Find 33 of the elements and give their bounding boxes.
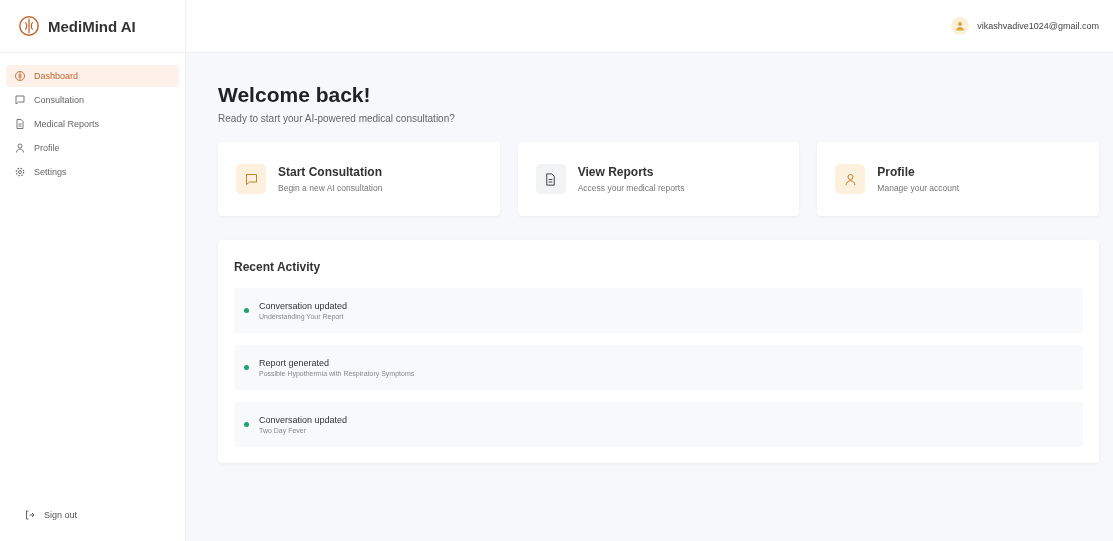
user-email: vikashvadive1024@gmail.com [977, 21, 1099, 31]
sign-out-link[interactable]: Sign out [0, 509, 185, 541]
card-title: Profile [877, 165, 916, 179]
chat-icon [243, 171, 259, 187]
brain-icon [14, 70, 26, 82]
avatar-icon [951, 17, 970, 35]
sidebar-item[interactable]: Dashboard [6, 65, 179, 87]
document-icon [14, 118, 26, 130]
sidebar-item[interactable]: Settings [6, 161, 179, 183]
brand-name: MediMind AI [48, 17, 136, 35]
activity-title: Conversation updated [259, 301, 348, 311]
card-title: Start Consultation [278, 165, 383, 179]
action-card[interactable]: Start Consultation Begin a new AI consultation [218, 142, 500, 216]
activity-title: Report generated [259, 358, 331, 368]
chat-icon [14, 94, 26, 106]
card-title: View Reports [577, 165, 655, 179]
action-card[interactable]: Profile Manage your account [817, 142, 1099, 216]
card-description: Manage your account [877, 183, 960, 193]
sidebar-item[interactable]: Profile [6, 137, 179, 159]
welcome-subtitle: Ready to start your AI-powered medical consultation? [218, 113, 456, 124]
user-icon [14, 142, 26, 154]
action-card[interactable]: View Reports Access your medical reports [517, 142, 800, 216]
section-title: Recent Activity [234, 260, 322, 274]
settings-icon [14, 166, 26, 178]
brain-logo-icon [18, 15, 40, 37]
sign-out-icon [24, 509, 36, 521]
card-description: Access your medical reports [577, 183, 685, 193]
activity-title: Conversation updated [259, 415, 348, 425]
welcome-title: Welcome back! [218, 83, 372, 107]
card-description: Begin a new AI consultation [278, 183, 383, 193]
user-menu[interactable]: vikashvadive1024@gmail.com [951, 17, 1099, 35]
sidebar-item[interactable]: Consultation [6, 89, 179, 111]
sidebar-item[interactable]: Medical Reports [6, 113, 179, 135]
